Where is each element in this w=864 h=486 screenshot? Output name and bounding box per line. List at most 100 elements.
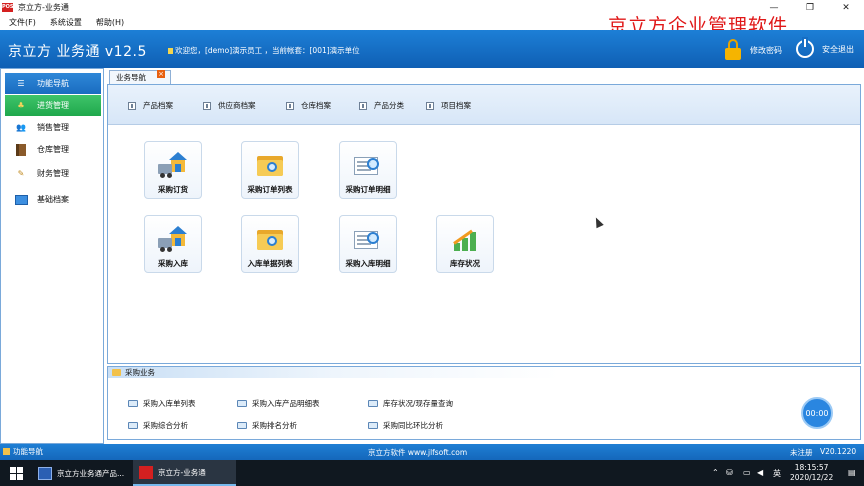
sidebar-item-label: 功能导航 — [37, 79, 69, 88]
business-nav-panel: 产品档案 供应商档案 仓库档案 产品分类 项目档案 采购订货 采购订单列表 采购… — [107, 84, 861, 364]
link-label: 采购入库单列表 — [143, 399, 196, 408]
taskbar-clock[interactable]: 18:15:57 2020/12/22 — [790, 463, 833, 483]
welcome-label: 欢迎您，[demo]演示员工 ，当前帐套：[001]演示单位 — [175, 46, 360, 55]
link-label: 采购综合分析 — [143, 421, 188, 430]
quick-link-categories[interactable]: 产品分类 — [359, 100, 404, 111]
folder-icon — [368, 400, 378, 407]
book-icon — [14, 143, 28, 156]
sidebar-item-basic-records[interactable]: 基础档案 — [5, 189, 101, 210]
timer-badge[interactable]: 00:00 — [801, 397, 833, 429]
sidebar-item-finance[interactable]: ✎ 财务管理 — [5, 163, 101, 184]
tile-inventory-status[interactable]: 库存状况 — [436, 215, 494, 273]
logout-button[interactable]: 安全退出 — [796, 39, 854, 58]
tray-volume-icon[interactable]: ◀ — [757, 468, 763, 477]
folder-icon — [237, 422, 247, 429]
pos-app-icon — [139, 465, 153, 479]
tile-purchase-receipt[interactable]: 采购入库 — [144, 215, 202, 273]
clock-time: 18:15:57 — [794, 463, 829, 472]
tab-label: 业务导航 — [116, 73, 146, 82]
sidebar-item-sales[interactable]: 👥 销售管理 — [5, 117, 101, 138]
link-purchase-ranking[interactable]: 采购排名分析 — [237, 420, 297, 431]
record-icon — [203, 101, 211, 110]
quick-link-label: 产品分类 — [374, 101, 404, 110]
tile-receipt-detail[interactable]: 采购入库明细 — [339, 215, 397, 273]
menu-help[interactable]: 帮助(H) — [96, 17, 124, 28]
tree-icon: ♣ — [17, 101, 25, 110]
tray-network-icon[interactable]: ⛁ — [726, 468, 733, 477]
folder-icon — [3, 448, 10, 455]
sidebar-item-label: 进货管理 — [37, 101, 69, 110]
power-icon — [796, 39, 814, 58]
document-search-icon — [353, 226, 383, 254]
sidebar: ☰ 功能导航 ♣ 进货管理 👥 销售管理 仓库管理 ✎ 财务管理 基础档案 — [0, 68, 104, 444]
sidebar-item-label: 基础档案 — [37, 195, 69, 204]
taskbar-app-business[interactable]: 京立方-业务通 — [133, 460, 236, 486]
tray-chevron-up-icon[interactable]: ⌃ — [712, 468, 719, 477]
link-label: 采购排名分析 — [252, 421, 297, 430]
quick-link-products[interactable]: 产品档案 — [128, 100, 173, 111]
folder-search-icon — [255, 152, 285, 180]
quick-link-label: 供应商档案 — [218, 101, 256, 110]
link-receipt-list[interactable]: 采购入库单列表 — [128, 398, 196, 409]
lock-icon — [724, 39, 742, 61]
document-search-icon — [353, 152, 383, 180]
status-bar: 功能导航 京立方软件 www.jlfsoft.com 未注册 V20.1220 — [0, 444, 864, 460]
tab-close-icon[interactable]: × — [157, 70, 165, 78]
quick-link-label: 仓库档案 — [301, 101, 331, 110]
windows-start-icon[interactable] — [10, 467, 23, 480]
folder-icon — [112, 369, 121, 376]
app-title: 京立方 业务通 v12.5 — [8, 44, 147, 60]
quick-link-warehouses[interactable]: 仓库档案 — [286, 100, 331, 111]
taskbar-app-label: 京立方-业务通 — [158, 467, 206, 477]
quick-link-suppliers[interactable]: 供应商档案 — [203, 100, 256, 111]
status-nav-label: 功能导航 — [13, 447, 43, 456]
notification-icon[interactable]: ▤ — [848, 468, 856, 477]
tray-ime[interactable]: 英 — [773, 468, 781, 479]
monitor-icon — [14, 194, 28, 206]
folder-search-icon — [255, 226, 285, 254]
change-password-button[interactable]: 修改密码 — [724, 39, 782, 61]
tray-battery-icon[interactable]: ▭ — [743, 468, 751, 477]
taskbar: 京立方业务通产品... 京立方-业务通 ⌃ ⛁ ▭ ◀ 英 18:15:57 2… — [0, 460, 864, 486]
sidebar-item-function-nav[interactable]: ☰ 功能导航 — [5, 73, 101, 94]
growth-chart-icon — [450, 226, 480, 254]
menu-file[interactable]: 文件(F) — [9, 17, 36, 28]
link-receipt-product-detail[interactable]: 采购入库产品明细表 — [237, 398, 320, 409]
tile-label: 采购订货 — [158, 185, 188, 194]
folder-icon — [128, 400, 138, 407]
folder-icon — [237, 400, 247, 407]
purchase-business-panel: 采购业务 采购入库单列表 采购入库产品明细表 库存状况/现存量查询 采购综合分析… — [107, 366, 861, 440]
tile-label: 采购订单列表 — [247, 185, 293, 194]
link-purchase-analysis[interactable]: 采购综合分析 — [128, 420, 188, 431]
quick-link-projects[interactable]: 项目档案 — [426, 100, 471, 111]
quick-link-label: 项目档案 — [441, 101, 471, 110]
close-button[interactable]: ✕ — [828, 0, 864, 15]
sidebar-item-purchase[interactable]: ♣ 进货管理 — [5, 95, 101, 116]
document-app-icon — [38, 466, 52, 480]
tile-purchase-order[interactable]: 采购订货 — [144, 141, 202, 199]
note-icon: ✎ — [17, 169, 25, 178]
app-header: 京立方 业务通 v12.5 欢迎您，[demo]演示员工 ，当前帐套：[001]… — [0, 30, 864, 68]
taskbar-app-doc[interactable]: 京立方业务通产品... — [32, 460, 132, 486]
link-label: 采购同比环比分析 — [383, 421, 443, 430]
restore-button[interactable]: ❐ — [792, 0, 828, 15]
change-password-label: 修改密码 — [750, 45, 782, 55]
sidebar-item-label: 销售管理 — [37, 123, 69, 132]
menu-settings[interactable]: 系统设置 — [50, 17, 82, 28]
truck-warehouse-icon — [158, 152, 188, 180]
link-inventory-query[interactable]: 库存状况/现存量查询 — [368, 398, 453, 409]
folder-icon — [128, 422, 138, 429]
tile-receipt-list[interactable]: 入库单据列表 — [241, 215, 299, 273]
record-icon — [128, 101, 136, 110]
status-website: 京立方软件 www.jlfsoft.com — [368, 448, 468, 457]
tile-label: 采购入库 — [158, 259, 188, 268]
tile-purchase-order-list[interactable]: 采购订单列表 — [241, 141, 299, 199]
taskbar-app-label: 京立方业务通产品... — [57, 468, 125, 478]
tile-purchase-order-detail[interactable]: 采购订单明细 — [339, 141, 397, 199]
window-title: 京立方-业务通 — [18, 3, 69, 12]
link-purchase-yoy[interactable]: 采购同比环比分析 — [368, 420, 443, 431]
record-icon — [426, 101, 434, 110]
business-panel-title: 采购业务 — [125, 368, 155, 377]
sidebar-item-warehouse[interactable]: 仓库管理 — [5, 139, 101, 160]
status-nav-button[interactable]: 功能导航 — [3, 446, 43, 457]
